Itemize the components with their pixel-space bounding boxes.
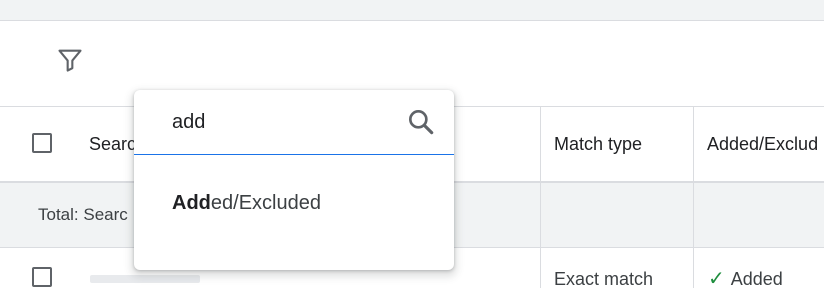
column-divider [540,248,541,288]
option-match-text: Add [172,192,211,214]
option-added-excluded[interactable]: Added/Excluded [134,185,454,225]
column-search-field [134,90,454,155]
header-search-term[interactable]: Searc [89,134,136,155]
row-checkbox[interactable] [32,267,52,287]
top-bar [0,0,824,21]
header-match-type[interactable]: Match type [554,134,642,155]
column-search-dropdown: Added/Excluded [134,90,454,270]
check-icon: ✓ [708,268,725,290]
column-divider [693,183,694,247]
column-divider [693,107,694,181]
column-divider [540,107,541,181]
option-rest-text: ed/Excluded [210,192,321,214]
added-excluded-value: Added [730,269,783,289]
header-added-excluded[interactable]: Added/Exclud [707,134,818,155]
select-all-checkbox[interactable] [32,133,52,153]
match-type-cell: Exact match [554,269,654,289]
search-icon[interactable] [405,106,437,138]
filter-button[interactable] [50,40,90,80]
filter-icon [58,49,82,72]
column-divider [693,248,694,288]
added-excluded-cell: ✓ Added [708,266,783,291]
option-label: Added/Excluded [172,192,321,215]
total-label: Total: Searc [38,205,128,224]
column-search-input[interactable] [172,108,392,136]
column-divider [540,183,541,247]
